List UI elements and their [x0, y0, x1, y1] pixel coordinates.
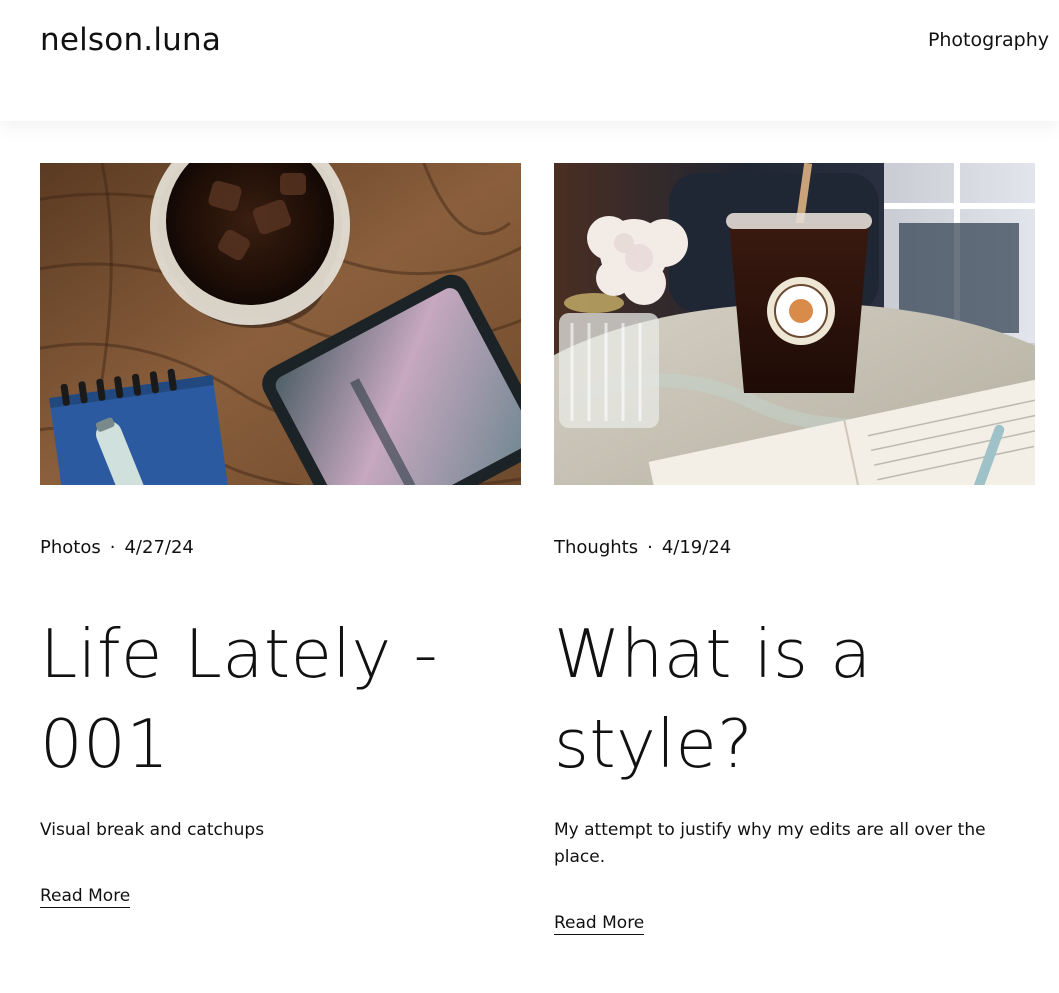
post-date: 4/27/24 [124, 537, 194, 558]
post-category-link[interactable]: Thoughts [554, 537, 638, 558]
post-category-link[interactable]: Photos [40, 537, 101, 558]
post-meta: Thoughts · 4/19/24 [554, 537, 731, 558]
meta-separator: · [647, 537, 653, 558]
post-thumbnail-image [40, 163, 521, 485]
nav-item-photography[interactable]: Photography [928, 29, 1049, 51]
post-excerpt: My attempt to justify why my edits are a… [554, 820, 986, 867]
post-thumbnail-image [554, 163, 1035, 485]
site-title-link[interactable]: nelson.luna [40, 22, 221, 58]
post-thumbnail-link[interactable] [40, 163, 521, 485]
post-meta: Photos · 4/27/24 [40, 537, 194, 558]
post-title-link[interactable]: What is a style? [554, 609, 1035, 789]
site-header: nelson.luna Photography [0, 0, 1059, 121]
post-excerpt: Visual break and catchups [40, 820, 265, 840]
read-more-link[interactable]: Read More [40, 886, 131, 908]
blog-post-card: Photos · 4/27/24 Life Lately - 001 Visual … [40, 163, 521, 908]
meta-separator: · [109, 537, 116, 558]
post-title-link[interactable]: Life Lately - 001 [40, 609, 521, 789]
read-more-link[interactable]: Read More [554, 913, 645, 935]
blog-post-card: Thoughts · 4/19/24 What is a style? My att… [554, 163, 1035, 935]
post-date: 4/19/24 [661, 537, 732, 558]
post-thumbnail-link[interactable] [554, 163, 1035, 485]
